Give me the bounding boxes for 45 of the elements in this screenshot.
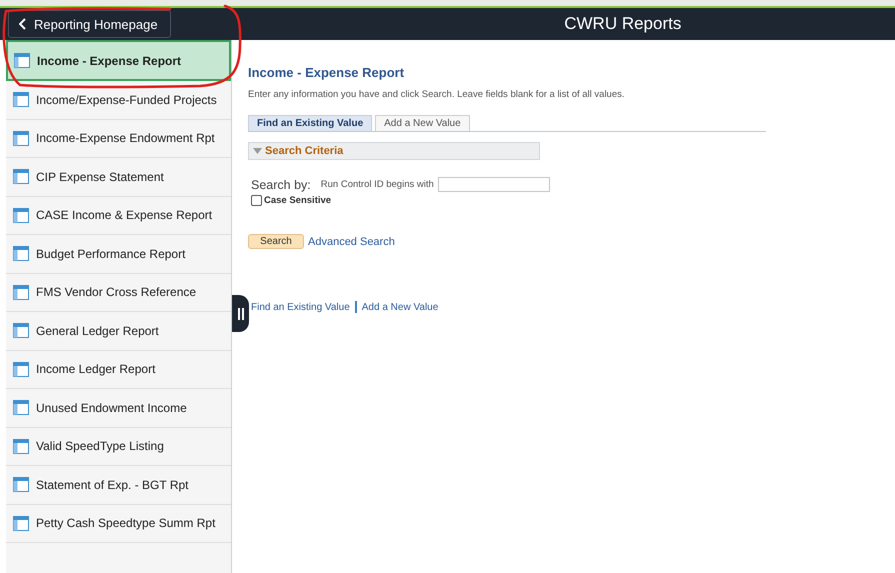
sidebar-item[interactable]: Budget Performance Report <box>6 235 231 274</box>
advanced-search-link[interactable]: Advanced Search <box>308 236 395 248</box>
search-by-label: Search by: <box>251 178 311 192</box>
page-icon <box>13 362 29 377</box>
field-label: Run Control ID begins with <box>320 179 434 190</box>
sidebar-item[interactable]: Unused Endowment Income <box>6 389 231 428</box>
instructions-text: Enter any information you have and click Search. Leave fields blank for a list of all values. <box>248 89 626 100</box>
page-icon <box>13 400 29 416</box>
search-button[interactable]: Search <box>248 234 304 249</box>
sidebar-item[interactable]: Income-Expense Endowment Rpt <box>6 120 231 158</box>
page-icon <box>13 477 29 492</box>
sidebar-item[interactable]: Petty Cash Speedtype Summ Rpt <box>6 504 231 543</box>
checkbox[interactable] <box>251 195 262 206</box>
sidebar-item[interactable]: Income/Expense-Funded Projects <box>6 81 231 120</box>
sidebar-item[interactable]: Valid SpeedType Listing <box>6 428 231 466</box>
sidebar-item[interactable]: CASE Income & Expense Report <box>6 196 231 235</box>
sidebar-item[interactable]: Income Ledger Report <box>6 350 231 389</box>
page-icon <box>13 438 29 454</box>
page-icon <box>13 130 29 146</box>
tab[interactable]: Add a New Value <box>375 115 470 131</box>
collapse-handle[interactable] <box>232 295 249 332</box>
find-existing-link[interactable]: Find an Existing Value <box>251 302 350 312</box>
checkbox-label: Case Sensitive <box>264 195 332 206</box>
sidebar-item[interactable]: CIP Expense Statement <box>6 158 231 196</box>
sidebar-item[interactable]: General Ledger Report <box>6 312 231 350</box>
page-icon <box>13 516 29 531</box>
page-icon <box>13 246 29 262</box>
page-icon <box>13 284 29 300</box>
app-title: CWRU Reports <box>563 14 682 34</box>
sidebar-item[interactable]: Statement of Exp. - BGT Rpt <box>6 466 231 504</box>
pause-icon <box>238 308 244 320</box>
tab[interactable]: Find an Existing Value <box>248 115 372 131</box>
page-icon <box>14 53 30 68</box>
back-button[interactable]: Reporting Homepage <box>8 10 171 38</box>
add-new-link[interactable]: Add a New Value <box>362 302 438 312</box>
sidebar-item[interactable]: Income - Expense Report <box>6 40 231 81</box>
section-title: Search Criteria <box>265 145 344 157</box>
page-icon <box>13 169 29 184</box>
sidebar-item[interactable]: FMS Vendor Cross Reference <box>6 274 231 312</box>
page-title: Income - Expense Report <box>248 65 406 80</box>
page-icon <box>13 323 29 338</box>
run-control-id-field[interactable] <box>438 177 550 192</box>
page-icon <box>13 92 29 108</box>
section-header[interactable]: Search Criteria <box>248 142 540 160</box>
page-icon <box>13 208 29 223</box>
